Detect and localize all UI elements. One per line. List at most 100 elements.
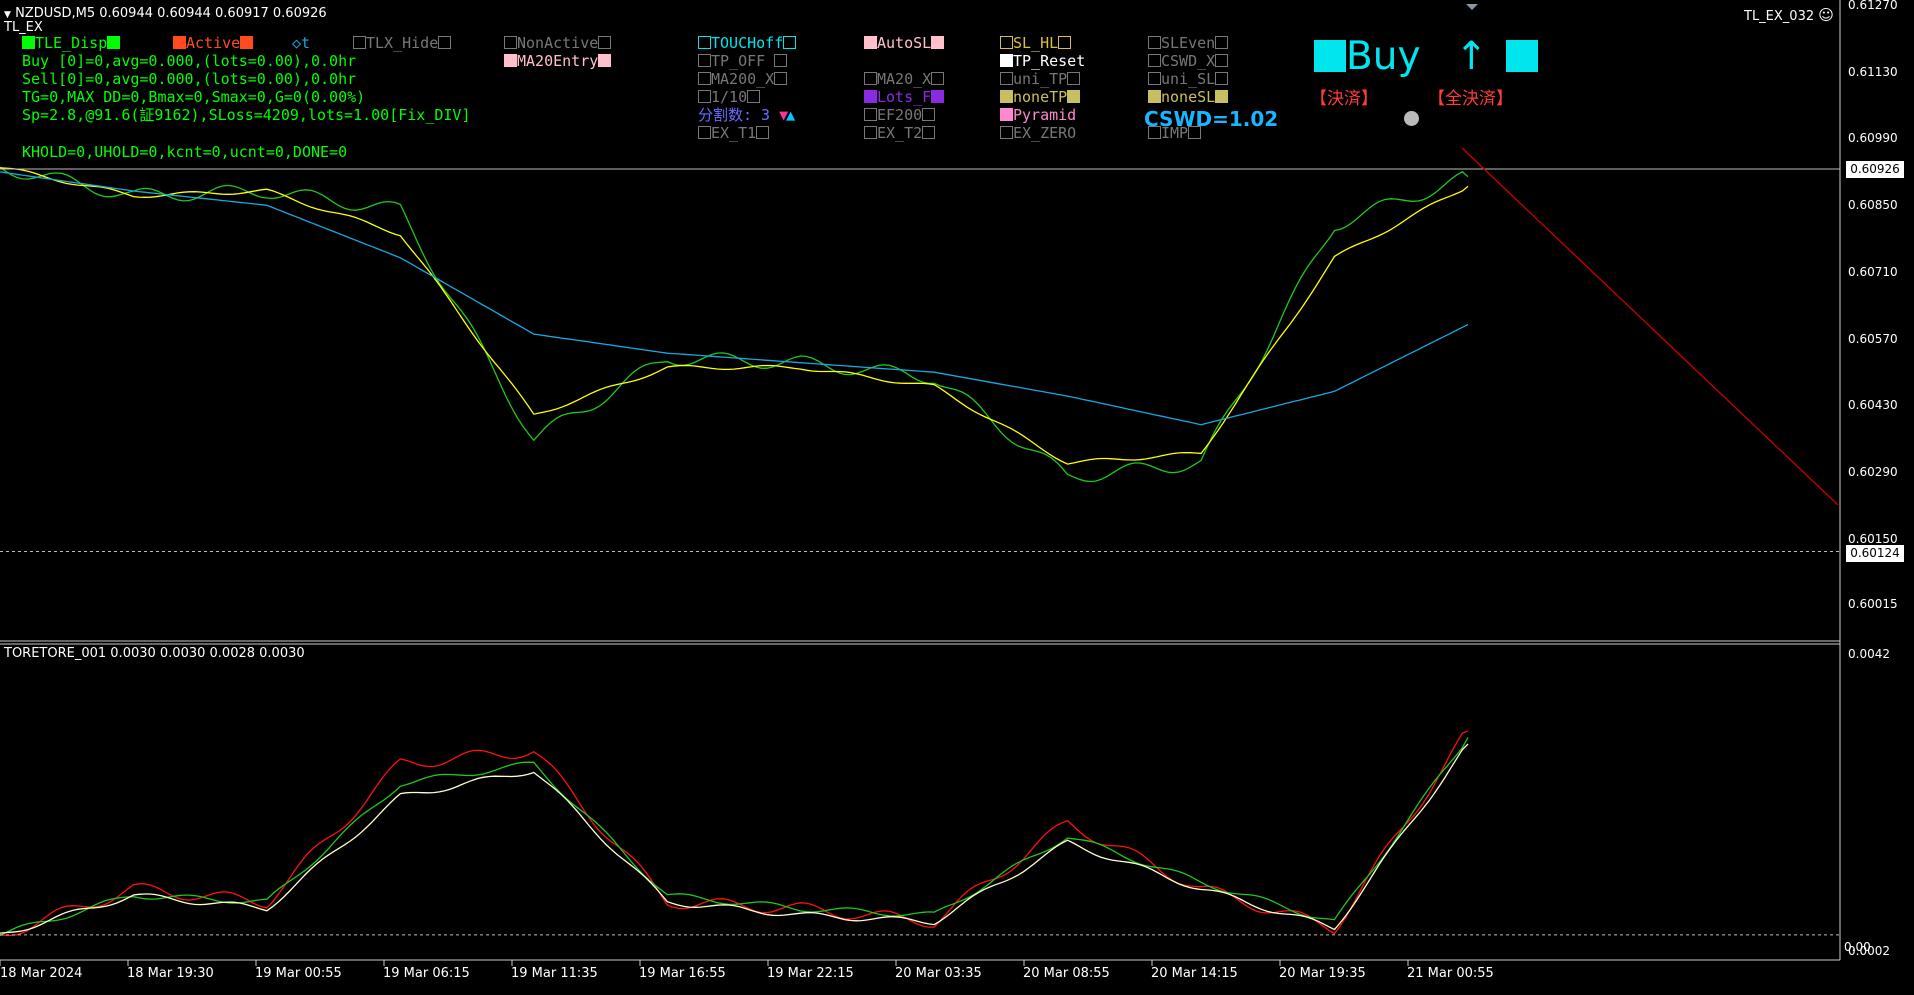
toggle-tp-reset[interactable]: TP_Reset (1000, 53, 1085, 70)
time-tick: 21 Mar 00:55 (1407, 966, 1494, 981)
checkbox-empty-icon (353, 36, 366, 49)
toggle-label: TOUCHoff (711, 34, 784, 52)
checkbox-empty-icon (1215, 54, 1229, 67)
checkbox-checked-icon (240, 36, 254, 49)
checkbox-checked-icon (1000, 54, 1013, 67)
toggle-label: Active (186, 34, 241, 52)
red-trendline[interactable] (1461, 147, 1839, 506)
sub-indicator-name: TORETORE_001 0.0030 0.0030 0.0028 0.0030 (4, 646, 305, 661)
checkbox-checked-icon (598, 54, 612, 67)
toggle-tp-off[interactable]: TP_OFF (698, 52, 788, 70)
time-tick: 19 Mar 00:55 (255, 966, 342, 981)
toggle-label: CSWD_X (1161, 52, 1216, 70)
time-tick: 19 Mar 16:55 (639, 966, 726, 981)
toggle-label: t (301, 34, 311, 52)
price-tick: 0.60290 (1848, 465, 1898, 479)
checkbox-empty-icon (1000, 126, 1013, 139)
info-line-buy: Buy [0]=0,avg=0.000,(lots=0.00),0.0hr (22, 52, 357, 70)
toggle-sleven[interactable]: SLEven (1148, 35, 1229, 52)
checkbox-checked-icon (173, 36, 186, 49)
checkbox-empty-icon (1215, 36, 1229, 49)
toggle-pyramid[interactable]: Pyramid (1000, 107, 1076, 124)
settle-button[interactable]: 【決済】 (1310, 89, 1378, 109)
toggle-autosl[interactable]: AutoSL (864, 34, 945, 52)
checkbox-empty-icon (698, 90, 711, 103)
status-dot (1404, 111, 1419, 126)
toggle-cswd-x[interactable]: CSWD_X (1148, 52, 1229, 70)
toggle-label: NonActive (517, 34, 599, 52)
toggle-one-tenth[interactable]: 1/10 (698, 89, 761, 106)
time-tick: 19 Mar 11:35 (511, 966, 598, 981)
toggle-ex-zero[interactable]: EX_ZERO (1000, 125, 1076, 142)
symbol-info: ▼ NZDUSD,M5 0.60944 0.60944 0.60917 0.60… (4, 6, 327, 23)
toggle-uni-sl[interactable]: uni_SL (1148, 71, 1229, 88)
buy-button[interactable]: Buy ↑ (1314, 36, 1539, 78)
toggle-label: TP_Reset (1013, 52, 1086, 70)
ea-name-text: TL_EX_032 (1744, 9, 1815, 24)
current-price-tag: 0.60926 (1846, 161, 1904, 178)
toggle-nonesl[interactable]: noneSL (1148, 88, 1229, 106)
checkbox-checked-icon (1000, 108, 1013, 121)
toggle-label: TP_OFF (711, 52, 766, 70)
settle-all-button[interactable]: 【全決済】 (1428, 89, 1513, 109)
toggle-tlx-hide[interactable]: TLX_Hide (353, 34, 452, 52)
checkbox-checked-icon (22, 36, 35, 49)
toggle-label: AutoSL (877, 34, 932, 52)
toggle-ef200[interactable]: EF200 (864, 107, 936, 124)
toggle-label: EX_T2 (877, 124, 923, 142)
time-tick: 20 Mar 08:55 (1023, 966, 1110, 981)
checkbox-checked-icon (931, 90, 945, 103)
indicator-name: TL_EX (4, 20, 43, 35)
checkbox-checked-icon (864, 90, 877, 103)
checkbox-empty-icon (864, 108, 877, 121)
toggle-ex-t2[interactable]: EX_T2 (864, 124, 936, 142)
checkbox-empty-icon (698, 36, 711, 49)
info-line-sell: Sell[0]=0,avg=0.000,(lots=0.00),0.0hr (22, 70, 357, 88)
sub-tick: 0.00 (1844, 940, 1871, 954)
symbol-info-text: NZDUSD,M5 0.60944 0.60944 0.60917 0.6092… (15, 6, 327, 21)
info-line-sp: Sp=2.8,@91.6(証9162),SLoss=4209,lots=1.00… (22, 106, 471, 124)
toggle-label: TLX_Hide (366, 34, 439, 52)
checkbox-empty-icon (698, 126, 711, 139)
toggle-uni-tp[interactable]: uni_TP (1000, 71, 1081, 88)
toggle-label: EX_T1 (711, 124, 757, 142)
checkbox-empty-icon (756, 126, 770, 139)
toggle-lots-f[interactable]: Lots_F (864, 88, 945, 106)
checkbox-checked-icon (1215, 90, 1229, 103)
checkbox-empty-icon (864, 126, 877, 139)
checkbox-empty-icon (1000, 72, 1013, 85)
toggle-nonactive[interactable]: NonActive (504, 34, 612, 52)
toggle-touchoff[interactable]: TOUCHoff (698, 34, 797, 52)
level-price-tag: 0.60124 (1846, 545, 1904, 562)
toggle-ex-t1[interactable]: EX_T1 (698, 124, 770, 142)
main-price-chart (0, 166, 1840, 553)
checkbox-empty-icon (1148, 72, 1161, 85)
toggle-tle-disp[interactable]: TLE_Disp (22, 35, 121, 52)
toggle-label: MA200_X (711, 70, 775, 88)
toggle-t[interactable]: ◇t (292, 35, 310, 52)
bunkatsu-control[interactable]: 分割数: 3 ▼▲ (698, 107, 795, 124)
toggle-nonetp[interactable]: noneTP (1000, 89, 1081, 106)
time-tick: 20 Mar 03:35 (895, 966, 982, 981)
toggle-active[interactable]: Active (173, 34, 254, 52)
toggle-sl-hl[interactable]: SL_HL (1000, 35, 1072, 52)
chart-shift-marker (1466, 4, 1478, 10)
checkbox-empty-icon (774, 54, 788, 67)
time-tick: 20 Mar 14:15 (1151, 966, 1238, 981)
checkbox-checked-icon (107, 36, 121, 49)
toggle-ma20entry[interactable]: MA20Entry (504, 53, 612, 70)
checkbox-empty-icon (922, 108, 936, 121)
toggle-ma200-x[interactable]: MA200_X (698, 70, 788, 88)
triangle-down-icon: ▼ (4, 10, 11, 20)
checkbox-checked-icon (1000, 90, 1013, 103)
time-tick: 18 Mar 19:30 (127, 966, 214, 981)
checkbox-empty-icon (747, 90, 761, 103)
checkbox-checked-icon (864, 36, 877, 49)
toggle-ma20-x[interactable]: MA20_X (864, 71, 945, 88)
triangle-up-icon[interactable]: ▲ (786, 106, 795, 124)
checkbox-checked-icon (1148, 90, 1161, 103)
toggle-label: noneSL (1161, 88, 1216, 106)
toggle-label: Lots_F (877, 88, 932, 106)
checkbox-empty-icon (864, 72, 877, 85)
info-line-tg: TG=0,MAX DD=0,Bmax=0,Smax=0,G=0(0.00%) (22, 88, 366, 106)
